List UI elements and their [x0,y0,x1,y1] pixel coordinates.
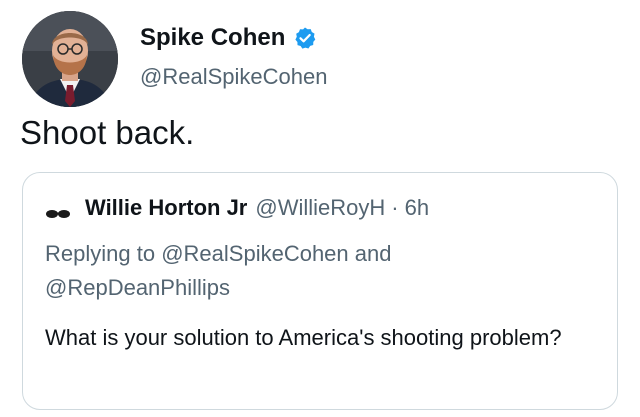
header-separator: · [391,195,399,220]
author-avatar[interactable] [22,11,118,107]
reply-and-label: and [354,241,392,266]
author-handle[interactable]: @RealSpikeCohen [140,64,327,90]
replying-to-line: Replying to @RealSpikeCohen and @RepDean… [45,237,605,305]
quoted-tweet-text: What is your solution to America's shoot… [45,325,562,350]
author-photo [22,11,118,107]
quoted-tweet-header: Willie Horton Jr @WillieRoyH · 6h [45,195,429,221]
reply-mention-repdeanphillips[interactable]: @RepDeanPhillips [45,275,230,300]
author-name[interactable]: Spike Cohen [140,24,285,52]
quoted-author-handle[interactable]: @WillieRoyH [255,195,385,221]
quoted-timestamp[interactable]: 6h [405,195,429,221]
quoted-tweet-card[interactable]: Willie Horton Jr @WillieRoyH · 6h Replyi… [22,172,618,410]
quoted-author-avatar-icon[interactable] [45,201,71,218]
tweet-text: Shoot back. [20,114,195,151]
verified-badge-icon [293,26,317,50]
replying-to-label: Replying to [45,241,156,266]
reply-mention-realspikecohen[interactable]: @RealSpikeCohen [161,241,348,266]
author-name-row: Spike Cohen [140,24,317,52]
quoted-author-name[interactable]: Willie Horton Jr [85,195,247,221]
